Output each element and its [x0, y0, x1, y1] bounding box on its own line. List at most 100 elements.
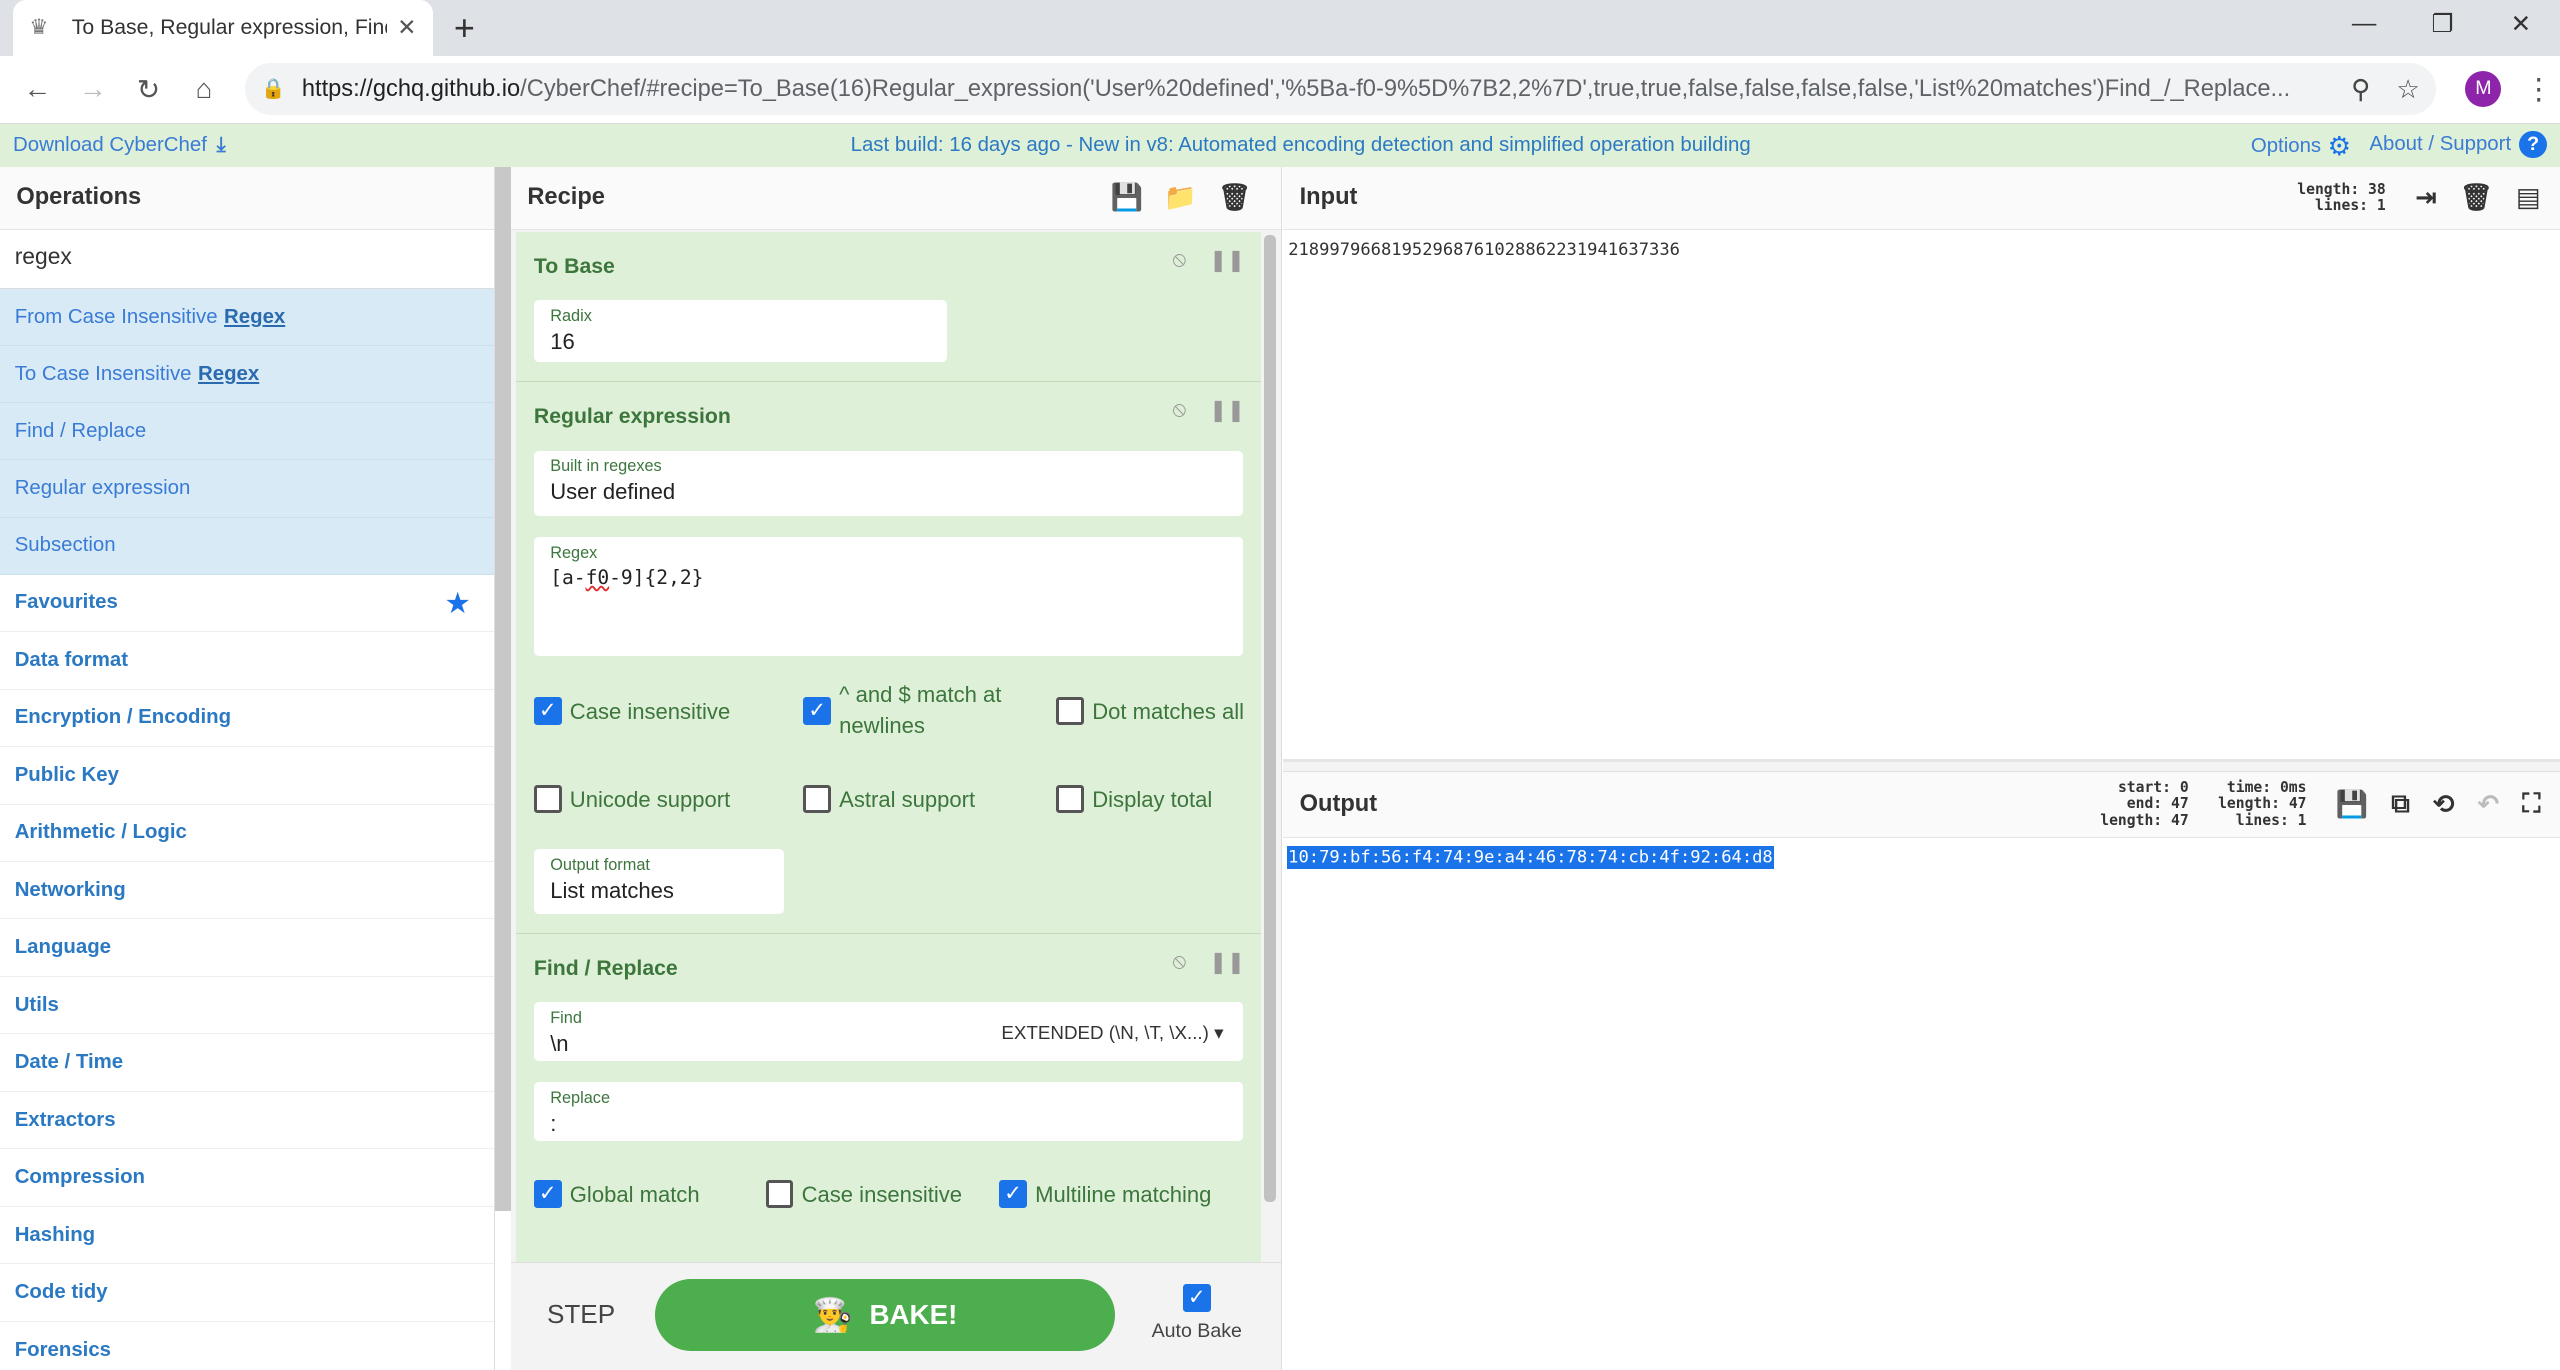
maximize-icon[interactable]: ⛶: [2522, 788, 2540, 820]
news-link[interactable]: Last build: 16 days ago - New in v8: Aut…: [851, 134, 1751, 157]
clear-recipe-icon[interactable]: 🗑: [1218, 182, 1251, 213]
replace-value: :: [550, 1111, 557, 1137]
pause-icon[interactable]: ❚❚: [1209, 950, 1245, 975]
disable-icon[interactable]: ⦸: [1173, 398, 1187, 423]
checkbox-label: ^ and $ match at newlines: [839, 679, 1001, 741]
category-item[interactable]: Arithmetic / Logic: [0, 804, 494, 863]
search-result-item[interactable]: From Case Insensitive Regex: [0, 288, 494, 347]
category-item[interactable]: Language: [0, 919, 494, 977]
operations-scrollbar[interactable]: [494, 166, 512, 1212]
astral-support-checkbox[interactable]: Astral support: [803, 784, 975, 815]
global-match-checkbox[interactable]: ✓ Global match: [533, 1179, 700, 1210]
browser-tab[interactable]: ♛ To Base, Regular expression, Find ✕: [13, 0, 433, 56]
layout-icon[interactable]: ▤: [2516, 182, 2541, 213]
stat-label: time:: [2226, 778, 2272, 796]
stat-value: 0ms: [2279, 778, 2307, 796]
multiline-matching-checkbox[interactable]: ✓ Multiline matching: [999, 1179, 1211, 1210]
find-field[interactable]: Find \n EXTENDED (\N, \T, \X...) ▾: [533, 1002, 1244, 1062]
clear-input-icon[interactable]: 🗑: [2460, 182, 2493, 213]
back-icon[interactable]: ←: [10, 73, 66, 105]
regex-textarea[interactable]: Regex [a-f0-9]{2,2}: [533, 537, 1244, 657]
minimize-icon[interactable]: —: [2325, 0, 2403, 49]
bake-button[interactable]: 👨‍🍳 BAKE!: [654, 1279, 1116, 1352]
stat-label: length:: [2218, 795, 2280, 813]
disable-icon[interactable]: ⦸: [1173, 248, 1187, 273]
category-item[interactable]: Encryption / Encoding: [0, 689, 494, 748]
undo-icon[interactable]: ↶: [2477, 789, 2499, 820]
open-file-icon[interactable]: ⇥: [2415, 182, 2437, 213]
result-match-highlight: Regex: [198, 362, 260, 385]
operations-search-input[interactable]: regex: [0, 230, 494, 289]
stat-value: 0: [2179, 778, 2189, 796]
search-result-item[interactable]: Subsection: [0, 517, 494, 575]
recipe-panel: Recipe 💾 📁 🗑 To Base ⦸ ❚❚ Radix 16 Regula…: [511, 166, 1282, 1370]
copy-output-icon[interactable]: ⧉: [2391, 788, 2410, 820]
category-item[interactable]: Forensics: [0, 1321, 494, 1370]
restore-icon[interactable]: ❐: [2403, 0, 2481, 49]
home-icon[interactable]: ⌂: [176, 73, 232, 105]
category-item[interactable]: Date / Time: [0, 1034, 494, 1092]
search-result-item[interactable]: To Case Insensitive Regex: [0, 346, 494, 404]
category-item[interactable]: Hashing: [0, 1206, 494, 1265]
result-match-highlight: Regex: [224, 305, 286, 328]
multiline-checkbox[interactable]: ✓ ^ and $ match at newlines: [803, 679, 1001, 741]
category-label: Utils: [14, 993, 59, 1016]
auto-bake-checkbox[interactable]: ✓ Auto Bake: [1148, 1284, 1246, 1343]
category-item[interactable]: Compression: [0, 1149, 494, 1207]
load-recipe-icon[interactable]: 📁: [1164, 182, 1197, 213]
unicode-support-checkbox[interactable]: Unicode support: [533, 784, 730, 815]
browser-menu-icon[interactable]: ⋮: [2518, 72, 2560, 107]
display-total-checkbox[interactable]: Display total: [1056, 784, 1212, 815]
options-link[interactable]: Options ⚙: [2251, 131, 2351, 162]
case-insensitive-checkbox[interactable]: ✓ Case insensitive: [533, 696, 730, 727]
cyberchef-banner: Download CyberChef ⤓ Last build: 16 days …: [0, 124, 2560, 167]
replace-field[interactable]: Replace :: [533, 1082, 1244, 1142]
replace-input-icon[interactable]: ⟲: [2433, 789, 2455, 820]
bookmark-star-icon[interactable]: ☆: [2396, 74, 2419, 105]
profile-avatar[interactable]: M: [2465, 71, 2502, 108]
category-item[interactable]: Extractors: [0, 1091, 494, 1150]
pause-icon[interactable]: ❚❚: [1209, 248, 1245, 273]
zoom-icon[interactable]: ⚲: [2351, 74, 2370, 105]
disable-icon[interactable]: ⦸: [1173, 950, 1187, 975]
recipe-scrollbar[interactable]: [1264, 235, 1276, 1202]
radix-field[interactable]: Radix 16: [533, 300, 947, 363]
address-bar[interactable]: 🔒 https://gchq.github.io/CyberChef/#reci…: [244, 63, 2437, 116]
step-button[interactable]: STEP: [547, 1299, 615, 1330]
category-item[interactable]: Data format: [0, 632, 494, 690]
favourite-star-icon: ★: [444, 587, 471, 621]
search-result-item[interactable]: Find / Replace: [0, 403, 494, 461]
bake-bar: STEP 👨‍🍳 BAKE! ✓ Auto Bake: [511, 1262, 1281, 1370]
search-result-item[interactable]: Regular expression: [0, 460, 494, 518]
pane-resizer[interactable]: [1283, 762, 2560, 773]
regex-label: Regex: [550, 543, 598, 562]
pause-icon[interactable]: ❚❚: [1209, 398, 1245, 423]
output-textarea[interactable]: 10:79:bf:56:f4:74:9e:a4:46:78:74:cb:4f:9…: [1283, 838, 2560, 878]
close-tab-icon[interactable]: ✕: [397, 14, 416, 41]
about-support-link[interactable]: About / Support?: [2369, 130, 2548, 159]
stat-value: 1: [2376, 196, 2386, 214]
save-output-icon[interactable]: 💾: [2336, 789, 2369, 820]
category-item[interactable]: Favourites ★: [0, 574, 494, 633]
category-item[interactable]: Networking: [0, 862, 494, 920]
category-item[interactable]: Utils: [0, 976, 494, 1035]
dot-matches-all-checkbox[interactable]: Dot matches all: [1056, 696, 1244, 727]
save-recipe-icon[interactable]: 💾: [1111, 182, 1144, 213]
input-textarea[interactable]: 21899796681952968761028862231941637336: [1283, 230, 2560, 763]
download-cyberchef-link[interactable]: Download CyberChef ⤓: [0, 134, 226, 157]
builtin-regexes-select[interactable]: Built in regexes User defined: [533, 450, 1244, 516]
category-item[interactable]: Code tidy: [0, 1264, 494, 1322]
download-icon: ⤓: [216, 133, 226, 156]
forward-icon[interactable]: →: [65, 73, 121, 105]
category-item[interactable]: Public Key: [0, 747, 494, 805]
category-label: Data format: [14, 648, 128, 671]
close-window-icon[interactable]: ✕: [2482, 0, 2560, 49]
stat-label: length:: [2100, 811, 2163, 829]
new-tab-icon[interactable]: +: [454, 7, 475, 49]
reload-icon[interactable]: ↻: [121, 73, 177, 106]
lock-icon[interactable]: 🔒: [261, 77, 285, 101]
fr-case-insensitive-checkbox[interactable]: Case insensitive: [765, 1179, 962, 1210]
output-format-select[interactable]: Output format List matches: [533, 848, 784, 915]
tab-title: To Base, Regular expression, Find: [71, 15, 388, 39]
find-mode-dropdown[interactable]: EXTENDED (\N, \T, \X...) ▾: [1001, 1022, 1223, 1044]
